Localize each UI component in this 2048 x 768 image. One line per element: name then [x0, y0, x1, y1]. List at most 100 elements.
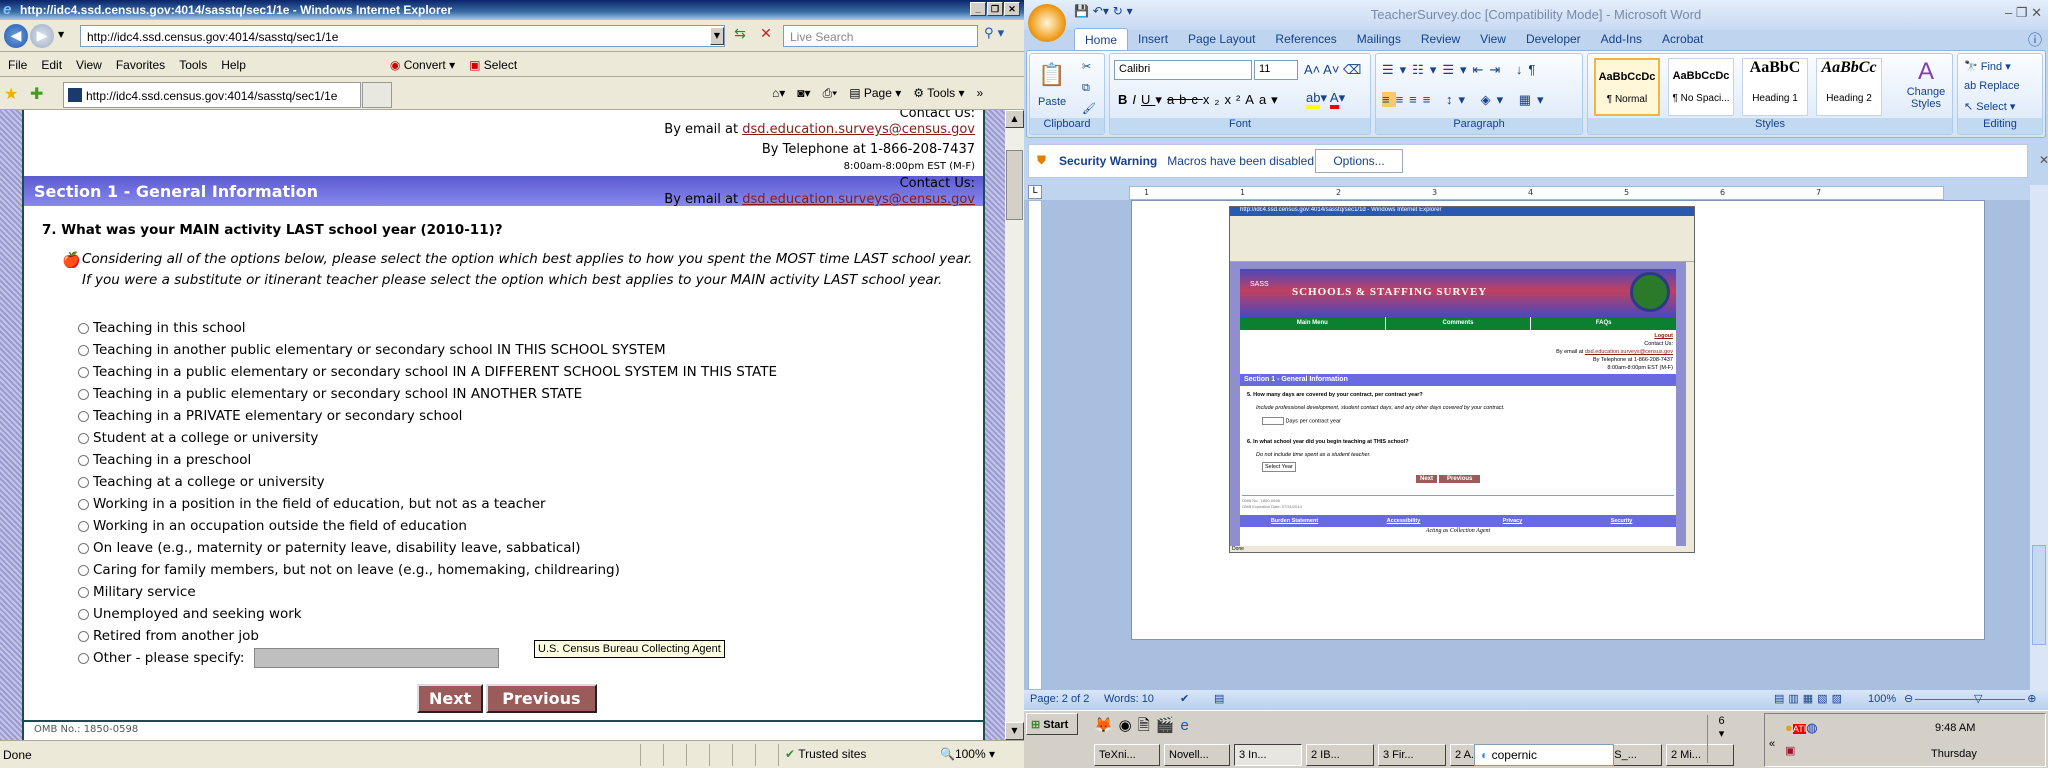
taskbar-button[interactable]: TeXni...: [1094, 744, 1160, 766]
print-icon[interactable]: ⎙▾: [823, 86, 838, 101]
alignment-icons[interactable]: ≡≡≡≡ ↕▾ ◈▾ ▦▾: [1382, 92, 1550, 108]
undo-icon[interactable]: ↶▾: [1093, 4, 1109, 18]
ribbon-tab-acrobat[interactable]: Acrobat: [1652, 28, 1713, 50]
radio-button[interactable]: [78, 322, 89, 334]
tray-expand-icon[interactable]: «: [1769, 738, 1775, 750]
convert-button[interactable]: ◉ Convert ▾: [390, 58, 455, 72]
radio-button[interactable]: [78, 652, 89, 664]
zoom-level[interactable]: 100%: [1868, 693, 1896, 705]
style-2[interactable]: AaBbCcDc ¶ No Spaci...: [1668, 58, 1734, 116]
stop-icon[interactable]: ✕: [756, 26, 776, 46]
select-button[interactable]: ▣ Select: [469, 58, 517, 72]
restore-button[interactable]: ❐: [987, 2, 1003, 16]
ribbon-tab-insert[interactable]: Insert: [1128, 28, 1178, 50]
option-item[interactable]: Teaching at a college or university: [78, 471, 777, 493]
option-item[interactable]: Teaching in another public elementary or…: [78, 339, 777, 361]
tools-menu[interactable]: ⚙ Tools ▾: [913, 86, 964, 101]
option-item[interactable]: Student at a college or university: [78, 427, 777, 449]
radio-button[interactable]: [78, 520, 89, 532]
close-button[interactable]: ✕: [1004, 2, 1020, 16]
ribbon-tab-review[interactable]: Review: [1411, 28, 1470, 50]
minimize-button[interactable]: _: [970, 2, 986, 16]
taskbar-button[interactable]: Novell...: [1164, 744, 1230, 766]
radio-button[interactable]: [78, 542, 89, 554]
help-icon[interactable]: ⓘ: [2028, 30, 2042, 50]
radio-button[interactable]: [78, 454, 89, 466]
paste-icon[interactable]: 📋: [1038, 62, 1065, 88]
radio-button[interactable]: [78, 388, 89, 400]
search-icon[interactable]: ⚲ ▾: [984, 26, 1018, 46]
history-dropdown-icon[interactable]: ▼: [58, 30, 64, 39]
ribbon-tab-developer[interactable]: Developer: [1516, 28, 1591, 50]
email-link[interactable]: dsd.education.surveys@census.gov: [742, 192, 975, 207]
option-item[interactable]: Teaching in this school: [78, 317, 777, 339]
live-search-input[interactable]: Live Search: [783, 25, 978, 47]
list-indent-icons[interactable]: ☰▾☷▾☰▾⇤⇥ ↓¶: [1382, 62, 1541, 78]
tray-icons[interactable]: ●ATI◍: [1785, 720, 1818, 736]
option-item[interactable]: Teaching in a PRIVATE elementary or seco…: [78, 405, 777, 427]
replace-button[interactable]: ab Replace: [1964, 80, 2020, 92]
previous-button[interactable]: Previous: [486, 684, 597, 713]
horizontal-ruler[interactable]: 1 1 2 3 4 5 6 7: [1129, 186, 1944, 200]
radio-button[interactable]: [78, 498, 89, 510]
favorites-star-icon[interactable]: ★: [4, 84, 18, 103]
menu-edit[interactable]: Edit: [41, 58, 62, 72]
font-name-combo[interactable]: Calibri: [1114, 60, 1252, 80]
tray-device-icon[interactable]: ▣: [1785, 744, 1795, 757]
menu-favorites[interactable]: Favorites: [116, 58, 165, 72]
radio-button[interactable]: [78, 432, 89, 444]
ribbon-tab-home[interactable]: Home: [1074, 28, 1129, 50]
ribbon-tab-add-ins[interactable]: Add-Ins: [1591, 28, 1652, 50]
refresh-icon[interactable]: ⇆: [730, 26, 750, 46]
menu-help[interactable]: Help: [221, 58, 246, 72]
radio-button[interactable]: [78, 608, 89, 620]
options-button[interactable]: Options...: [1315, 149, 1403, 173]
chevron-more-icon[interactable]: »: [977, 86, 984, 101]
other-specify-input[interactable]: [254, 648, 500, 668]
radio-button[interactable]: [78, 630, 89, 642]
office-button[interactable]: [1028, 4, 1066, 42]
macro-record-icon[interactable]: ▤: [1214, 692, 1224, 705]
menu-tools[interactable]: Tools: [179, 58, 207, 72]
grow-shrink-font-icon[interactable]: A˄ A˅ ⌫: [1304, 62, 1361, 78]
option-item[interactable]: On leave (e.g., maternity or paternity l…: [78, 537, 777, 559]
taskbar-button[interactable]: 3 Fir...: [1378, 744, 1446, 766]
clock-time[interactable]: 9:48 AM: [1935, 722, 1975, 734]
page-menu[interactable]: ▤ Page ▾: [849, 86, 901, 101]
view-buttons[interactable]: ▤▥▦▧▨: [1774, 692, 1846, 705]
menu-view[interactable]: View: [76, 58, 102, 72]
option-item[interactable]: Teaching in a public elementary or secon…: [78, 361, 777, 383]
radio-button[interactable]: [78, 586, 89, 598]
format-buttons[interactable]: BIU▾abcx₂x²Aa▾: [1118, 92, 1283, 108]
email-link[interactable]: dsd.education.surveys@census.gov: [742, 122, 975, 137]
tab-selector[interactable]: L: [1028, 185, 1042, 199]
quick-launch[interactable]: 🦊◉🗎🎬e: [1094, 715, 1195, 740]
radio-button[interactable]: [78, 410, 89, 422]
forward-button[interactable]: ▶: [30, 24, 54, 48]
option-item[interactable]: Caring for family members, but not on le…: [78, 559, 777, 581]
ribbon-tab-view[interactable]: View: [1470, 28, 1516, 50]
page-count[interactable]: Page: 2 of 2: [1030, 693, 1089, 705]
cut-icon[interactable]: ✂: [1082, 60, 1091, 73]
word-count[interactable]: Words: 10: [1104, 693, 1154, 705]
scroll-down-button[interactable]: ▼: [1005, 722, 1024, 740]
start-button[interactable]: ⊞ Start: [1026, 713, 1078, 735]
close-warning-icon[interactable]: ✕: [2039, 153, 2048, 167]
feeds-icon[interactable]: ◙▾: [797, 86, 810, 101]
radio-button[interactable]: [78, 564, 89, 576]
radio-button[interactable]: [78, 366, 89, 378]
scroll-thumb[interactable]: [2032, 545, 2046, 645]
font-size-combo[interactable]: 11: [1254, 60, 1298, 80]
customize-qat-icon[interactable]: ▾: [1127, 4, 1133, 18]
option-item[interactable]: Military service: [78, 581, 777, 603]
option-item[interactable]: Working in a position in the field of ed…: [78, 493, 777, 515]
zoom-slider-thumb[interactable]: ▽: [1974, 692, 1982, 705]
word-vertical-scrollbar[interactable]: [2030, 185, 2048, 690]
option-item[interactable]: Working in an occupation outside the fie…: [78, 515, 777, 537]
option-item[interactable]: Unemployed and seeking work: [78, 603, 777, 625]
taskbar-button[interactable]: 2 IB...: [1306, 744, 1374, 766]
ribbon-tab-references[interactable]: References: [1265, 28, 1346, 50]
style-4[interactable]: AaBbCc Heading 2: [1816, 58, 1882, 116]
zoom-control[interactable]: 🔍100% ▾: [940, 747, 995, 761]
style-3[interactable]: AaBbC Heading 1: [1742, 58, 1808, 116]
